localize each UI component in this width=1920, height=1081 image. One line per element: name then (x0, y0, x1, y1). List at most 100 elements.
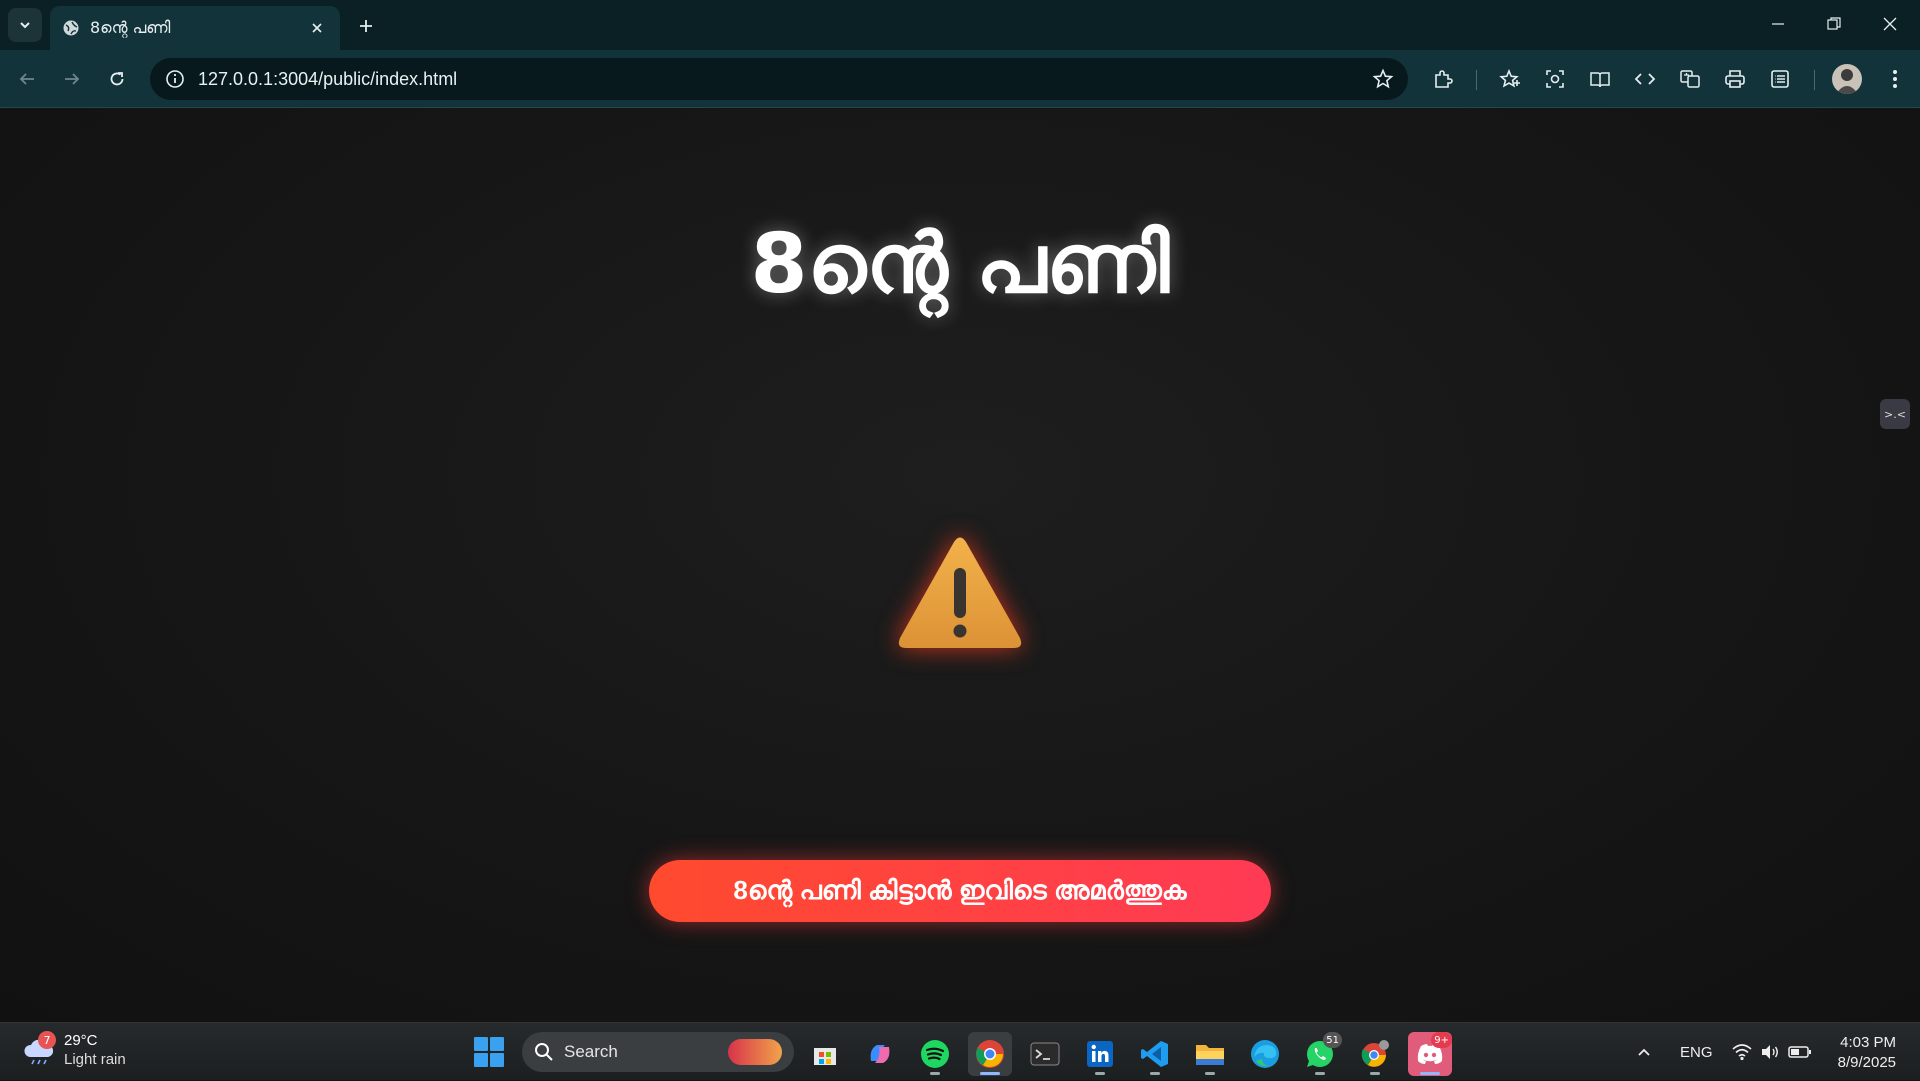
profile-avatar[interactable] (1832, 64, 1862, 94)
extensions-button[interactable] (1428, 64, 1458, 94)
running-indicator (930, 1072, 940, 1075)
toolbar-divider (1814, 70, 1815, 90)
favorites-button[interactable] (1495, 64, 1525, 94)
running-indicator (1315, 1072, 1325, 1075)
cta-button[interactable]: 8ന്റെ പണി കിട്ടാൻ ഇവിടെ അമർത്തുക (649, 860, 1271, 922)
language-indicator[interactable]: ENG (1680, 1023, 1713, 1081)
search-icon (535, 1043, 553, 1061)
back-button[interactable] (10, 62, 44, 96)
store-icon (814, 1048, 836, 1065)
puzzle-icon (1435, 70, 1453, 88)
browser-titlebar: 8ന്റെ പണി (0, 0, 1920, 50)
chrome-icon (976, 1040, 1004, 1068)
spotify-app[interactable] (913, 1032, 957, 1076)
browser-tab[interactable]: 8ന്റെ പണി (50, 6, 340, 50)
windows-logo-tile (474, 1053, 488, 1067)
terminal-app[interactable] (1023, 1032, 1067, 1076)
weather-description: Light rain (64, 1051, 126, 1068)
discord-app[interactable]: 9+ (1408, 1032, 1452, 1076)
close-icon (1883, 17, 1897, 31)
show-hidden-icons-button[interactable] (1636, 1023, 1652, 1081)
whatsapp-app[interactable]: 51 (1298, 1032, 1342, 1076)
site-info-icon[interactable] (164, 68, 186, 90)
folder-icon (1196, 1045, 1224, 1065)
warning-triangle-icon (898, 537, 1022, 648)
whatsapp-unread-badge: 51 (1323, 1032, 1342, 1048)
devtools-button[interactable] (1630, 64, 1660, 94)
search-label: Search (564, 1042, 618, 1061)
start-button[interactable] (474, 1037, 504, 1067)
chrome-profile-app[interactable] (1353, 1032, 1397, 1076)
reload-icon (110, 72, 124, 86)
screenshot-button[interactable] (1540, 64, 1570, 94)
translate-button[interactable] (1675, 64, 1705, 94)
running-indicator (1095, 1072, 1105, 1075)
url-text[interactable]: 127.0.0.1:3004/public/index.html (198, 69, 1372, 90)
vscode-app[interactable] (1133, 1032, 1177, 1076)
bookmark-star-icon[interactable] (1372, 68, 1394, 90)
browser-menu-button[interactable] (1880, 64, 1910, 94)
print-button[interactable] (1720, 64, 1750, 94)
more-vertical-icon (1893, 70, 1897, 88)
close-tab-icon[interactable] (306, 17, 328, 39)
printer-icon (1725, 70, 1745, 88)
vscode-icon (1141, 1041, 1168, 1067)
reload-button[interactable] (100, 62, 134, 96)
browser-toolbar: 127.0.0.1:3004/public/index.html (0, 50, 1920, 108)
collections-button[interactable] (1765, 64, 1795, 94)
code-icon (1634, 73, 1656, 85)
copilot-app[interactable] (858, 1032, 902, 1076)
address-bar[interactable]: 127.0.0.1:3004/public/index.html (150, 58, 1408, 100)
weather-alert-badge: 7 (38, 1031, 56, 1049)
close-window-button[interactable] (1862, 0, 1918, 48)
reading-mode-button[interactable] (1585, 64, 1615, 94)
running-indicator (1205, 1072, 1215, 1075)
chevron-up-icon (1638, 1048, 1650, 1056)
active-indicator (980, 1072, 1000, 1075)
file-explorer-app[interactable] (1188, 1032, 1232, 1076)
search-highlight-image (728, 1039, 782, 1065)
chrome-app[interactable] (968, 1032, 1012, 1076)
terminal-icon (1030, 1042, 1060, 1066)
chevron-down-icon (20, 22, 30, 29)
side-helper-button[interactable]: >.< (1880, 399, 1910, 429)
spotify-icon (921, 1040, 949, 1068)
globe-icon (63, 20, 79, 36)
weather-temperature: 29°C (64, 1032, 98, 1049)
clock-date: 8/9/2025 (1837, 1054, 1896, 1071)
clock[interactable]: 4:03 PM 8/9/2025 (1822, 1033, 1896, 1073)
volume-icon (1762, 1045, 1778, 1059)
windows-logo-tile (474, 1037, 488, 1051)
discord-unread-badge: 9+ (1431, 1032, 1452, 1048)
rain-cloud-icon: 7 (22, 1031, 56, 1067)
running-indicator (1150, 1072, 1160, 1075)
weather-widget[interactable]: 7 29°C Light rain (22, 1031, 126, 1069)
plus-icon (360, 20, 372, 32)
microsoft-store-app[interactable] (803, 1032, 847, 1076)
arrow-right-icon (65, 73, 80, 85)
linkedin-icon (1087, 1041, 1113, 1067)
tab-search-button[interactable] (8, 8, 42, 42)
arrow-left-icon (19, 73, 34, 85)
network-volume-battery[interactable] (1732, 1023, 1812, 1081)
active-indicator (1420, 1072, 1440, 1075)
page-title: 8ന്റെ പണി (750, 217, 1170, 312)
minimize-button[interactable] (1750, 0, 1806, 48)
restore-button[interactable] (1806, 0, 1862, 48)
edge-app[interactable] (1243, 1032, 1287, 1076)
forward-button[interactable] (55, 62, 89, 96)
new-tab-button[interactable] (352, 12, 380, 40)
windows-logo-tile (490, 1053, 504, 1067)
wifi-icon (1732, 1044, 1752, 1061)
toolbar-divider (1476, 70, 1477, 90)
chrome-profile-icon (1361, 1040, 1389, 1067)
battery-icon (1788, 1046, 1811, 1058)
edge-icon (1251, 1040, 1279, 1068)
running-indicator (1370, 1072, 1380, 1075)
minimize-icon (1772, 23, 1784, 25)
taskbar-search[interactable]: Search (522, 1032, 794, 1072)
restore-icon (1827, 17, 1841, 30)
copilot-icon (870, 1045, 890, 1063)
tab-title: 8ന്റെ പണി (90, 18, 171, 37)
linkedin-app[interactable] (1078, 1032, 1122, 1076)
